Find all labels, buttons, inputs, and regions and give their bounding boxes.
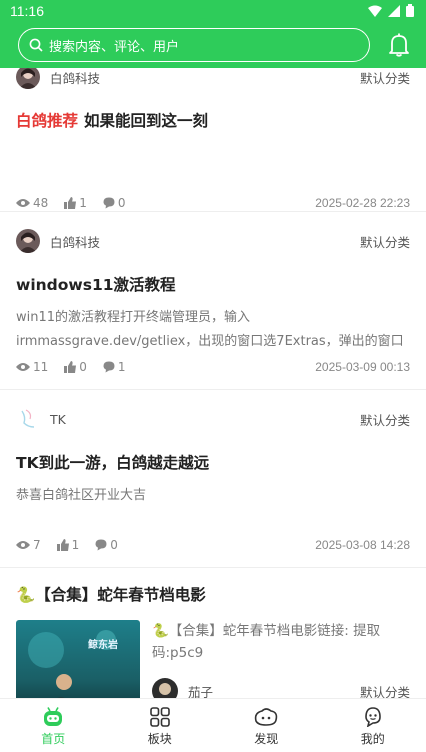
- post-excerpt: 恭喜白鸽社区开业大吉: [16, 488, 147, 503]
- comments-count: 0: [117, 196, 126, 210]
- battery-icon: [406, 4, 414, 17]
- post-excerpt: win11的激活教程打开终端管理员，输入irmmassgrave.dev/get…: [16, 310, 404, 349]
- likes-count: 1: [79, 196, 87, 210]
- top-bar: 搜索内容、评论、用户: [0, 22, 426, 68]
- eye-icon: [16, 363, 30, 371]
- tab-label: 板块: [147, 732, 172, 746]
- post-card[interactable]: 🐍【合集】蛇年春节档电影 鲸东岩 🐍【合集】蛇年春节档电影链接: 提取码:p5c…: [0, 584, 426, 698]
- post-card[interactable]: TK 默认分类 TK到此一游，白鸽越走越远 恭喜白鸽社区开业大吉 7 1 0 2…: [0, 402, 426, 568]
- likes-stat[interactable]: 1: [56, 538, 80, 552]
- comments-stat[interactable]: 0: [103, 196, 126, 210]
- post-title[interactable]: 🐍【合集】蛇年春节档电影: [16, 584, 410, 606]
- post-title[interactable]: windows11激活教程: [16, 274, 410, 296]
- post-stats: 48 1 0 2025-02-28 22:23: [16, 190, 410, 216]
- post-excerpt: 🐍【合集】蛇年春节档电影链接: 提取码:p5c9: [152, 623, 381, 661]
- eye-icon: [16, 199, 30, 207]
- comments-stat[interactable]: 1: [103, 360, 126, 374]
- tab-label: 首页: [41, 732, 66, 746]
- author-name[interactable]: 茄子: [188, 682, 213, 699]
- post-card[interactable]: 白鸽科技 默认分类 windows11激活教程 win11的激活教程打开终端管理…: [0, 224, 426, 390]
- post-date: 2025-02-28 22:23: [315, 196, 410, 210]
- likes-stat[interactable]: 1: [64, 196, 87, 210]
- thumbs-up-icon: [56, 539, 69, 551]
- search-input[interactable]: 搜索内容、评论、用户: [18, 28, 370, 62]
- search-icon: [29, 38, 43, 52]
- home-robot-icon: [44, 707, 63, 726]
- post-feed[interactable]: 白鸽科技 默认分类 白鸽推荐 如果能回到这一刻 48 1 0 2025-02-2…: [0, 68, 426, 698]
- grid-icon: [149, 707, 170, 727]
- thumbnail-caption: 鲸东岩: [88, 640, 118, 651]
- system-icons: [368, 4, 414, 17]
- likes-stat[interactable]: 0: [64, 360, 87, 374]
- post-date: 2025-03-08 14:28: [315, 538, 410, 552]
- comments-stat[interactable]: 0: [95, 538, 118, 552]
- post-title[interactable]: TK到此一游，白鸽越走越远: [16, 452, 410, 474]
- views-count: 48: [33, 196, 49, 210]
- search-placeholder: 搜索内容、评论、用户: [49, 39, 180, 55]
- post-category: 默认分类: [359, 70, 410, 86]
- likes-count: 1: [71, 538, 80, 552]
- comment-icon: [103, 361, 115, 373]
- author-avatar[interactable]: [16, 229, 40, 253]
- post-thumbnail[interactable]: 鲸东岩: [16, 620, 140, 698]
- views-stat: 7: [16, 538, 41, 552]
- bell-icon[interactable]: [388, 33, 410, 57]
- author-avatar[interactable]: [16, 68, 40, 89]
- tab-boards[interactable]: 板块: [107, 699, 214, 752]
- views-stat: 11: [16, 360, 48, 374]
- eye-icon: [16, 541, 30, 549]
- views-stat: 48: [16, 196, 48, 210]
- views-count: 7: [33, 538, 41, 552]
- post-title[interactable]: 白鸽推荐 如果能回到这一刻: [16, 110, 410, 132]
- recommend-tag: 白鸽推荐: [16, 112, 79, 130]
- tab-label: 发现: [254, 732, 279, 746]
- comment-icon: [95, 539, 107, 551]
- author-name[interactable]: TK: [50, 412, 66, 427]
- author-name[interactable]: 白鸽科技: [50, 232, 100, 251]
- author-name[interactable]: 白鸽科技: [50, 68, 100, 87]
- tab-home[interactable]: 首页: [0, 699, 107, 752]
- post-title-text: 如果能回到这一刻: [84, 112, 209, 130]
- tab-label: 我的: [360, 732, 385, 746]
- wifi-icon: [368, 5, 382, 17]
- tab-profile[interactable]: 我的: [320, 699, 426, 752]
- post-date: 2025-03-09 00:13: [315, 360, 410, 374]
- tab-discover[interactable]: 发现: [213, 699, 320, 752]
- thumbs-up-icon: [64, 361, 77, 373]
- author-avatar[interactable]: [16, 407, 40, 431]
- thumbs-up-icon: [64, 197, 77, 209]
- post-card[interactable]: 白鸽科技 默认分类 白鸽推荐 如果能回到这一刻 48 1 0 2025-02-2…: [0, 68, 426, 212]
- author-avatar[interactable]: [152, 678, 178, 698]
- signal-icon: [388, 4, 400, 17]
- post-category: 默认分类: [359, 234, 410, 250]
- status-bar: 11:16: [0, 0, 426, 22]
- post-excerpt: [16, 142, 410, 190]
- views-count: 11: [33, 360, 49, 374]
- likes-count: 0: [79, 360, 87, 374]
- post-stats: 7 1 0 2025-03-08 14:28: [16, 532, 410, 558]
- comment-icon: [103, 197, 115, 209]
- discover-icon: [255, 708, 278, 726]
- status-time: 11:16: [10, 3, 44, 19]
- comments-count: 1: [117, 360, 126, 374]
- bottom-tab-bar: 首页 板块 发现 我的: [0, 698, 426, 752]
- profile-icon: [364, 707, 381, 727]
- post-category: 默认分类: [359, 684, 410, 699]
- post-category: 默认分类: [359, 412, 410, 428]
- comments-count: 0: [110, 538, 118, 552]
- post-stats: 11 0 1 2025-03-09 00:13: [16, 354, 410, 380]
